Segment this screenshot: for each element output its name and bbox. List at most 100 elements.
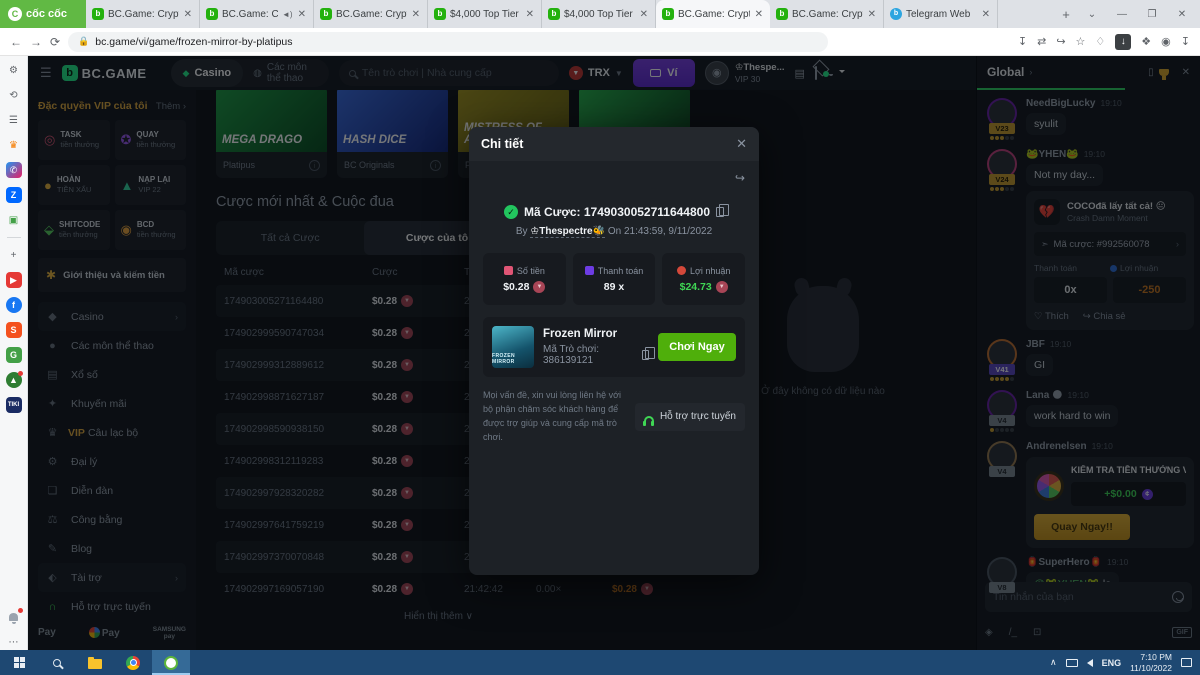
tab-favicon: b	[890, 8, 902, 20]
browser-tab[interactable]: b BC.Game: Crypto Ca ◄) ✕	[86, 0, 200, 28]
tab-close-icon[interactable]: ✕	[297, 9, 307, 20]
game-name: Frozen Mirror	[543, 328, 649, 340]
copy-icon[interactable]	[716, 207, 724, 217]
screen: C cốc cốc b BC.Game: Crypto Ca ◄) ✕ b BC…	[0, 0, 1200, 675]
chrome-icon[interactable]	[114, 650, 152, 675]
maximize-button[interactable]: ❐	[1138, 9, 1166, 20]
tab-close-icon[interactable]: ✕	[525, 9, 535, 20]
bet-user-link[interactable]: ♔Thespectre🐝	[530, 226, 605, 238]
tray-expand-icon[interactable]: ∧	[1050, 657, 1057, 668]
by-label: By	[516, 226, 528, 237]
browser-tab[interactable]: b Telegram Web ◄) ✕	[884, 0, 998, 28]
profile-icon[interactable]: ◉	[1161, 35, 1171, 48]
stat-value: $0.28	[503, 281, 529, 293]
coccoc-logo-icon: C	[8, 7, 22, 21]
coccoc-taskbar-icon[interactable]	[152, 650, 190, 675]
speaker-icon[interactable]	[1087, 659, 1093, 667]
copy-icon[interactable]	[642, 350, 649, 360]
browser-tab[interactable]: b BC.Game: Crypto ◄) ✕	[200, 0, 314, 28]
forward-button[interactable]: →	[30, 35, 42, 49]
bet-id-text: Mã Cược: 1749030052711644800	[524, 205, 710, 219]
live-support-button[interactable]: Hỗ trợ trực tuyến	[635, 403, 745, 431]
minimize-button[interactable]: —	[1108, 9, 1136, 20]
browser-tab[interactable]: b $4,000 Top Tier Plat ◄) ✕	[542, 0, 656, 28]
tab-title: Telegram Web	[906, 9, 977, 20]
language-indicator[interactable]: ENG	[1102, 658, 1122, 668]
tab-favicon: b	[92, 8, 104, 20]
games-icon[interactable]: ▣	[6, 212, 22, 228]
tab-close-icon[interactable]: ✕	[981, 9, 991, 20]
windows-taskbar: ∧ ENG 7:10 PM 11/10/2022	[0, 650, 1200, 675]
tab-title: BC.Game: Crypto Ca	[108, 9, 179, 20]
share-icon[interactable]: ↪	[735, 171, 745, 185]
more-icon[interactable]: ⋯	[6, 634, 22, 650]
shop-green-icon[interactable]: G	[6, 347, 22, 363]
play-now-button[interactable]: Chơi Ngay	[658, 333, 736, 361]
shop-hat-icon[interactable]: ▲	[6, 372, 22, 388]
browser-tab[interactable]: b BC.Game: Crypto Ca ◄) ✕	[770, 0, 884, 28]
tab-favicon: b	[320, 8, 332, 20]
shop-orange-icon[interactable]: S	[6, 322, 22, 338]
tabs: b BC.Game: Crypto Ca ◄) ✕ b BC.Game: Cry…	[86, 0, 1054, 28]
zalo-icon[interactable]: Z	[6, 187, 22, 203]
card-icon	[585, 266, 594, 275]
coccoc-hot-icon[interactable]: ♛	[6, 137, 22, 153]
stat-label: Lợi nhuận	[690, 266, 730, 276]
game-id-text: Mã Trò chơi: 386139121	[543, 344, 637, 366]
stat-value: $24.73	[680, 281, 712, 293]
bet-datetime: 21:43:59, 9/11/2022	[624, 226, 712, 237]
share-icon[interactable]: ↪	[1056, 35, 1065, 48]
stat-label: Thanh toán	[598, 266, 644, 276]
save-page-icon[interactable]: ↧	[1018, 35, 1027, 48]
network-icon[interactable]	[1066, 659, 1078, 667]
stat-label: Số tiền	[517, 266, 545, 276]
coccoc-brand[interactable]: C cốc cốc	[0, 0, 86, 28]
addressbar: ← → ⟳ 🔒 bc.game/vi/game/frozen-mirror-by…	[0, 28, 1200, 56]
headset-icon	[644, 416, 654, 422]
game-thumbnail[interactable]: FROZEN MIRROR	[492, 326, 534, 368]
tab-search-icon[interactable]: ⌄	[1078, 9, 1106, 20]
reading-list-icon[interactable]: ☰	[6, 112, 22, 128]
url-text[interactable]: bc.game/vi/game/frozen-mirror-by-platipu…	[95, 36, 292, 48]
facebook-icon[interactable]: f	[6, 297, 22, 313]
browser-tab[interactable]: b $4,000 Top Tier Plati ◄) ✕	[428, 0, 542, 28]
add-icon[interactable]: +	[6, 247, 22, 263]
tab-close-icon[interactable]: ✕	[411, 9, 421, 20]
tab-close-icon[interactable]: ✕	[867, 9, 877, 20]
new-tab-button[interactable]: +	[1054, 0, 1078, 28]
clock[interactable]: 7:10 PM 11/10/2022	[1130, 652, 1172, 672]
tab-title: $4,000 Top Tier Plat	[564, 9, 635, 20]
tiki-icon[interactable]: TIKI	[6, 397, 22, 413]
modal-title: Chi tiết	[481, 137, 523, 151]
file-explorer-icon[interactable]	[76, 650, 114, 675]
tab-favicon: b	[662, 8, 674, 20]
tab-close-icon[interactable]: ✕	[639, 9, 649, 20]
tab-close-icon[interactable]: ✕	[183, 9, 193, 20]
downloads-icon[interactable]: ↓	[1115, 34, 1131, 50]
modal-header: Chi tiết ✕	[469, 127, 759, 161]
url-field[interactable]: 🔒 bc.game/vi/game/frozen-mirror-by-plati…	[68, 32, 828, 52]
browser-tab[interactable]: b BC.Game: Crypto Ca ◄) ✕	[314, 0, 428, 28]
tab-title: BC.Game: Crypto Ca	[792, 9, 863, 20]
reload-button[interactable]: ⟳	[50, 35, 60, 49]
close-window-button[interactable]: ✕	[1168, 9, 1196, 20]
modal-close-icon[interactable]: ✕	[736, 136, 747, 152]
download-tray-icon[interactable]: ↧	[1181, 35, 1190, 48]
tab-close-icon[interactable]: ✕	[754, 9, 764, 20]
settings-gear-icon[interactable]: ⚙	[6, 62, 22, 78]
start-button[interactable]	[0, 650, 38, 675]
back-button[interactable]: ←	[10, 35, 22, 49]
tab-audio-icon: ◄)	[282, 10, 293, 19]
bookmark-star-icon[interactable]: ☆	[1076, 35, 1086, 48]
tab-title: BC.Game: Crypto	[222, 9, 278, 20]
shield-icon[interactable]: ♢	[1095, 35, 1105, 48]
translate-icon[interactable]: ⇄	[1037, 35, 1046, 48]
extensions-icon[interactable]: ❖	[1141, 35, 1151, 48]
messenger-icon[interactable]: ✆	[6, 162, 22, 178]
taskbar-search-icon[interactable]	[38, 650, 76, 675]
browser-tab[interactable]: b BC.Game: Crypto Ca ◄) ✕	[656, 0, 770, 28]
notifications-bell-icon[interactable]	[6, 609, 22, 625]
action-center-icon[interactable]	[1181, 658, 1192, 667]
history-icon[interactable]: ⟲	[6, 87, 22, 103]
youtube-icon[interactable]: ▶	[6, 272, 22, 288]
